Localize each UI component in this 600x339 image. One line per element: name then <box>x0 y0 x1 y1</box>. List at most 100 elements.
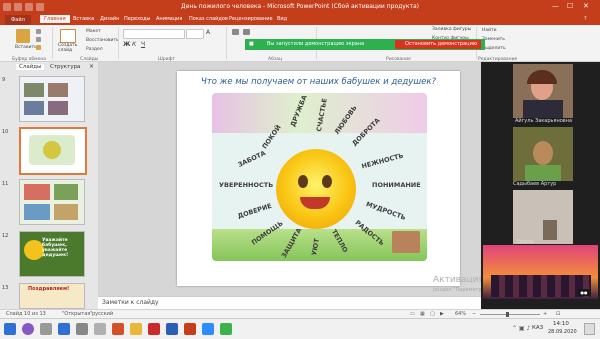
slide-number: 9 <box>2 77 6 83</box>
clock-date[interactable]: 28.09.2020 <box>548 329 577 335</box>
cut-icon[interactable] <box>36 29 41 34</box>
zoom-in-icon[interactable]: + <box>543 311 547 317</box>
numbering-icon[interactable] <box>243 29 250 35</box>
slideshow-view-icon[interactable]: ▶ <box>440 311 444 317</box>
replace-button[interactable]: Заменить <box>482 37 505 42</box>
slide-thumbnail[interactable] <box>19 179 85 225</box>
ribbon-divider <box>118 27 119 59</box>
tab-home[interactable]: Главная <box>40 15 70 23</box>
screen-share-banner: ■ Вы запустили демонстрацию экрана Остан… <box>245 39 485 50</box>
zoom-level[interactable]: 64% <box>455 311 466 317</box>
reading-view-icon[interactable]: ▢ <box>430 311 435 317</box>
slide-thumbnails-pane: 9 10 11 12 Уважайте бабушек, уважайте де… <box>0 73 98 309</box>
sun-eye-right <box>322 175 332 188</box>
bullets-icon[interactable] <box>232 29 239 35</box>
stop-share-button[interactable]: Остановить демонстрацию <box>395 40 481 49</box>
notes-pane[interactable]: Заметки к слайду <box>98 296 481 310</box>
tab-slideshow[interactable]: Показ слайдов <box>189 16 228 22</box>
task-view-icon[interactable] <box>40 323 52 335</box>
new-slide-icon[interactable] <box>60 29 76 43</box>
edge-icon[interactable] <box>58 323 70 335</box>
house-decoration <box>392 231 420 253</box>
sorter-view-icon[interactable]: ▦ <box>420 311 425 317</box>
paste-button[interactable]: Вставить <box>15 45 37 50</box>
participant-video[interactable] <box>513 64 573 118</box>
new-slide-button[interactable]: Создать слайд <box>58 43 80 53</box>
word-icon[interactable] <box>166 323 178 335</box>
maximize-button[interactable]: ☐ <box>567 2 573 10</box>
theme-name: "Открытая" <box>62 311 93 317</box>
tray-icons[interactable]: ⌃ ▣ ♪ <box>512 325 530 332</box>
normal-view-icon[interactable]: ▭ <box>410 311 415 317</box>
tab-outline[interactable]: Структура <box>50 64 80 70</box>
tab-slides[interactable]: Слайды <box>16 64 45 70</box>
zoom-slider-handle[interactable] <box>506 312 509 317</box>
help-icon[interactable]: ? <box>584 16 587 22</box>
app-icon[interactable] <box>148 323 160 335</box>
ribbon-tabs: Файл Главная Вставка Дизайн Переходы Ани… <box>0 15 600 25</box>
slide-number: 13 <box>2 285 9 291</box>
office-icon[interactable] <box>112 323 124 335</box>
slide-caption: Уважайте бабушек, уважайте дедушек! <box>42 238 69 258</box>
input-language[interactable]: КАЗ <box>532 325 543 331</box>
participant-name: Айгуль Закарьяновна <box>515 118 573 124</box>
sun-eye-left <box>298 175 308 188</box>
language-indicator[interactable]: русский <box>92 311 113 317</box>
store-icon[interactable] <box>76 323 88 335</box>
app-icon[interactable] <box>220 323 232 335</box>
paste-icon[interactable] <box>16 29 30 43</box>
tab-animations[interactable]: Анимация <box>156 16 182 22</box>
window-title: День пожилого человека - Microsoft Power… <box>181 3 419 10</box>
copy-icon[interactable] <box>36 37 41 42</box>
slide-title[interactable]: Что же мы получаем от наших бабушек и де… <box>177 77 460 87</box>
shape-fill-button[interactable]: Заливка фигуры <box>432 27 471 32</box>
select-button[interactable]: Выделить <box>482 46 506 51</box>
italic-button[interactable]: К <box>132 41 136 48</box>
font-size-select[interactable] <box>186 29 204 39</box>
underline-button[interactable]: Ч <box>141 41 145 48</box>
slide-thumbnail[interactable] <box>19 76 85 122</box>
tab-view[interactable]: Вид <box>277 16 287 22</box>
close-pane-icon[interactable]: × <box>89 63 94 70</box>
fit-slide-icon[interactable]: ⊡ <box>556 311 560 317</box>
tab-review[interactable]: Рецензирование <box>229 16 273 22</box>
participant-video[interactable] <box>513 127 573 181</box>
minimize-button[interactable]: — <box>552 2 559 10</box>
layout-button[interactable]: Макет <box>86 29 101 34</box>
reset-button[interactable]: Восстановить <box>86 38 119 43</box>
find-button[interactable]: Найти <box>482 28 497 33</box>
sun-illustration <box>276 149 356 229</box>
bold-button[interactable]: Ж <box>123 41 130 48</box>
participant-video-self[interactable]: ●● <box>483 245 598 299</box>
zoom-out-icon[interactable]: − <box>472 311 476 317</box>
powerpoint-icon[interactable] <box>184 323 196 335</box>
zoom-slider[interactable] <box>480 314 540 315</box>
tab-design[interactable]: Дизайн <box>100 16 119 22</box>
font-name-select[interactable] <box>123 29 185 39</box>
grow-font-button[interactable]: A <box>206 29 210 36</box>
section-button[interactable]: Раздел <box>86 47 103 52</box>
clock-time[interactable]: 14:10 <box>553 321 569 327</box>
slide-thumbnail[interactable]: Уважайте бабушек, уважайте дедушек! <box>19 231 85 277</box>
tab-transitions[interactable]: Переходы <box>124 16 151 22</box>
format-painter-icon[interactable] <box>36 45 41 50</box>
sidebar-tabs: Слайды Структура × <box>0 62 98 73</box>
slide-thumbnail-selected[interactable] <box>19 127 87 175</box>
tab-insert[interactable]: Вставка <box>73 16 94 22</box>
ribbon-divider <box>226 27 227 59</box>
slide-caption: Поздравляем! <box>28 286 70 292</box>
close-button[interactable]: ✕ <box>583 2 589 10</box>
start-icon[interactable] <box>4 323 16 335</box>
file-explorer-icon[interactable] <box>130 323 142 335</box>
share-status-icon: ■ <box>249 41 254 47</box>
ribbon-divider <box>52 27 53 59</box>
notifications-icon[interactable] <box>584 323 595 335</box>
zoom-app-icon[interactable] <box>202 323 214 335</box>
slide-thumbnail[interactable]: Поздравляем! <box>19 283 85 309</box>
cortana-icon[interactable] <box>22 323 34 335</box>
word-understanding: ПОНИМАНИЕ <box>372 181 421 189</box>
current-slide[interactable]: Что же мы получаем от наших бабушек и де… <box>177 71 460 286</box>
participant-video[interactable] <box>513 190 573 244</box>
tab-file[interactable]: Файл <box>5 15 31 25</box>
mail-icon[interactable] <box>94 323 106 335</box>
